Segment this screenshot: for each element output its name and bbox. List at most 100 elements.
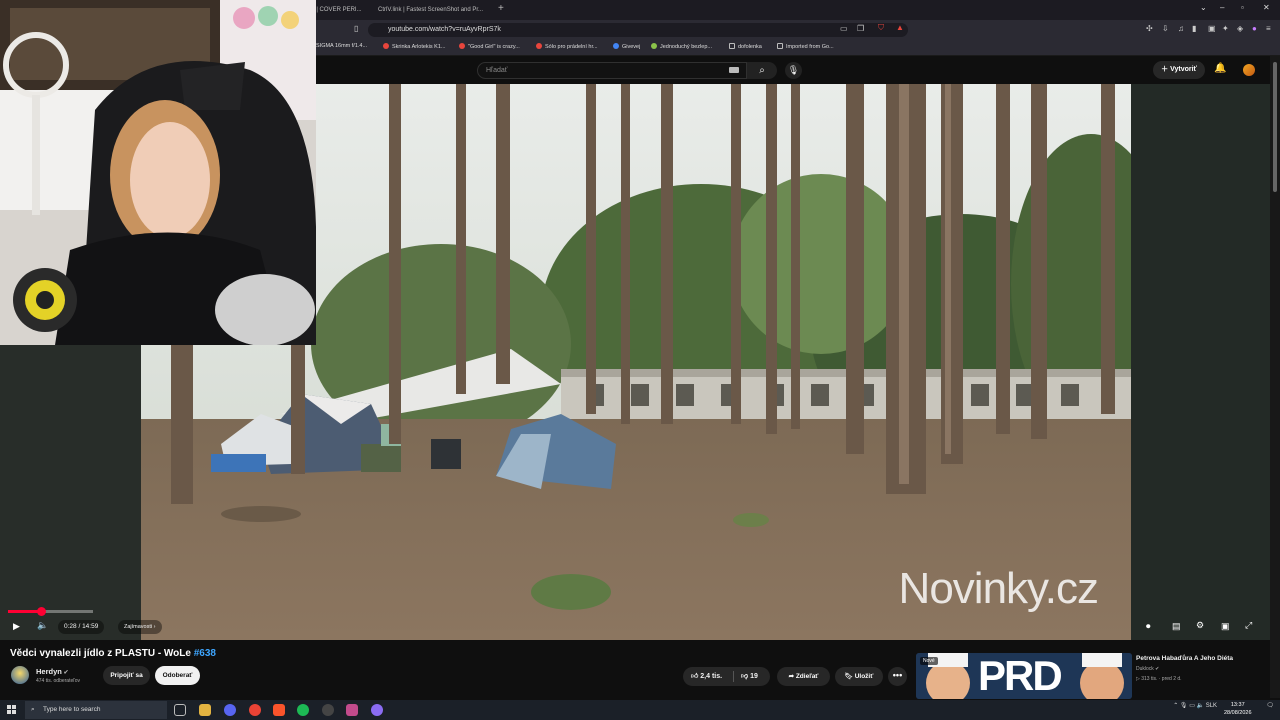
obs-icon[interactable] <box>322 704 334 716</box>
address-bar[interactable]: youtube.com/watch?v=ruAyvRprS7k <box>368 23 908 37</box>
webcam-image <box>0 0 316 345</box>
sidebar-icon[interactable]: ▮ <box>1192 24 1196 33</box>
chevron-right-icon: › <box>152 624 156 630</box>
chapter-button[interactable]: Zajímavosti › <box>118 620 162 634</box>
app-icon[interactable] <box>371 704 383 716</box>
keyboard-icon[interactable] <box>729 67 739 73</box>
search-input[interactable]: Hľadať <box>477 62 747 79</box>
progress-scrubber[interactable] <box>36 607 46 616</box>
windows-taskbar: ⌕ Type here to search ⌃ 🎙 ▭ 🔈 SLK 🗨 <box>0 700 1280 720</box>
discord-icon[interactable] <box>224 704 236 716</box>
share-button[interactable]: ➦ Zdieľať <box>777 667 830 686</box>
puzzle-icon[interactable]: ✦ <box>1222 24 1229 33</box>
bookmark-item[interactable]: Jednoduchý bezlep... <box>651 43 712 50</box>
bookmark-favicon <box>536 43 542 49</box>
maximize-icon[interactable]: ▫ <box>1241 3 1244 12</box>
folder-icon <box>729 43 735 49</box>
extensions-icon[interactable]: ✣ <box>1146 24 1153 33</box>
account-avatar[interactable] <box>1243 64 1255 76</box>
bookmark-save-icon: 🔖︎ <box>844 673 855 680</box>
scrollbar-thumb[interactable] <box>1273 62 1277 192</box>
mic-tray-icon[interactable]: 🎙 <box>1180 703 1189 709</box>
task-view-icon[interactable] <box>174 704 186 716</box>
bookmark-folder[interactable]: Imported from Go... <box>777 43 834 50</box>
shield-icon[interactable]: ⛉ <box>878 23 884 33</box>
notifications-icon[interactable]: 🗨 <box>1266 703 1274 709</box>
bookmark-item[interactable]: Sólo pro prádelní hr... <box>536 43 598 50</box>
like-dislike-group: 👍︎ 2,4 tis. 👎︎ 19 <box>683 667 770 686</box>
dislike-button[interactable]: 👎︎ 19 <box>741 671 758 680</box>
search-placeholder: Hľadať <box>486 67 508 74</box>
chrome-icon[interactable] <box>249 704 261 716</box>
hashtag-link[interactable]: #638 <box>194 648 216 659</box>
time-display: 0:28 / 14:59 <box>58 620 105 634</box>
more-actions-button[interactable]: ••• <box>888 667 907 686</box>
language-indicator[interactable]: SLK <box>1206 703 1217 709</box>
tab-list-icon[interactable]: ⌄ <box>1200 3 1207 12</box>
bookmark-favicon <box>613 43 619 49</box>
menu-icon[interactable]: ≡ <box>1266 24 1271 33</box>
bookmark-favicon <box>459 43 465 49</box>
volume-tray-icon[interactable]: 🔈 <box>1197 703 1206 709</box>
bookmark-folder[interactable]: dofolenka <box>729 43 762 50</box>
tray-chevron-icon[interactable]: ⌃ <box>1173 703 1180 709</box>
taskbar-search-input[interactable]: ⌕ Type here to search <box>25 701 167 719</box>
minimize-icon[interactable]: – <box>1220 3 1224 12</box>
page-icon[interactable]: ▭ <box>840 24 848 33</box>
vpn-icon[interactable]: ◈ <box>1237 24 1243 33</box>
autoplay-toggle-icon[interactable]: ⏺ <box>1146 621 1151 632</box>
network-icon[interactable]: ▭ <box>1189 703 1196 709</box>
copy-icon[interactable]: ❐ <box>857 24 864 33</box>
join-button[interactable]: Pripojiť sa <box>103 666 150 685</box>
wallet-icon[interactable]: ▣ <box>1208 24 1216 33</box>
page-scrollbar[interactable] <box>1270 56 1280 698</box>
browser-app-icon[interactable] <box>346 704 358 716</box>
verified-icon: ✔ <box>1153 666 1160 672</box>
system-clock[interactable]: 13:37 28/08/2026 <box>1224 701 1252 717</box>
voice-search-button[interactable]: 🎙 <box>785 62 802 79</box>
channel-avatar[interactable] <box>11 666 29 684</box>
profile-icon[interactable]: ● <box>1252 24 1257 33</box>
save-button[interactable]: 🔖︎ Uložiť <box>835 667 883 686</box>
volume-icon[interactable]: 🔈 <box>37 620 48 631</box>
close-window-icon[interactable]: ✕ <box>1263 3 1270 12</box>
search-button[interactable]: ⌕ <box>747 62 777 79</box>
bookmark-favicon <box>383 43 389 49</box>
windows-start-icon[interactable] <box>7 705 17 715</box>
recommended-title[interactable]: Petrova Habaďůra A Jeho Diéta <box>1136 655 1233 662</box>
new-tab-button[interactable]: + <box>498 3 504 14</box>
download-icon[interactable]: ⇩ <box>1162 24 1169 33</box>
bookmark-icon[interactable]: ▯ <box>354 24 358 33</box>
brave-icon[interactable] <box>273 704 285 716</box>
recommended-channel[interactable]: Duklock ✔ <box>1136 666 1159 672</box>
media-icon[interactable]: ♫ <box>1178 24 1184 33</box>
subtitles-icon[interactable]: ▤ <box>1172 621 1181 632</box>
browser-tab[interactable]: CtrlV.link | Fastest ScreenShot and Pr..… <box>372 3 492 17</box>
miniplayer-icon[interactable]: ▣ <box>1221 621 1230 632</box>
folder-icon <box>777 43 783 49</box>
settings-gear-icon[interactable]: ⚙ <box>1196 620 1204 631</box>
bookmark-item[interactable]: Skrinka Arlotekis K1... <box>383 43 446 50</box>
subscribe-button[interactable]: Odoberať <box>155 666 200 685</box>
file-explorer-icon[interactable] <box>199 704 211 716</box>
create-button[interactable]: ＋ Vytvoriť <box>1153 61 1205 79</box>
clock-date: 28/08/2026 <box>1224 710 1252 716</box>
recommended-thumbnail[interactable]: Nové PRD <box>916 653 1132 699</box>
progress-bar[interactable] <box>8 607 93 616</box>
bookmark-item[interactable]: SIGMA 16mm f/1.4... <box>316 43 367 49</box>
player-controls: ▶ 🔈 0:28 / 14:59 Zajímavosti › ⏺ ▤ ⚙ ▣ ⤢ <box>0 616 1270 640</box>
left-backdrop <box>0 345 141 640</box>
notifications-bell-icon[interactable]: 🔔 <box>1214 63 1226 74</box>
play-icon[interactable]: ▶ <box>13 621 20 632</box>
like-button[interactable]: 👍︎ 2,4 tis. <box>691 671 722 680</box>
channel-name[interactable]: Herdyn ✔ <box>36 667 69 676</box>
fullscreen-icon[interactable]: ⤢ <box>1245 620 1252 631</box>
clock-time: 13:37 <box>1230 702 1245 708</box>
ellipsis-icon: ••• <box>892 670 903 680</box>
search-icon: ⌕ <box>759 65 765 76</box>
thumbs-up-icon: 👍︎ <box>691 673 701 680</box>
spotify-icon[interactable] <box>297 704 309 716</box>
alert-icon[interactable]: ▲ <box>896 23 904 32</box>
bookmark-item[interactable]: Givevej <box>613 43 640 50</box>
bookmark-item[interactable]: "Good Girl" is crazy... <box>459 43 520 50</box>
